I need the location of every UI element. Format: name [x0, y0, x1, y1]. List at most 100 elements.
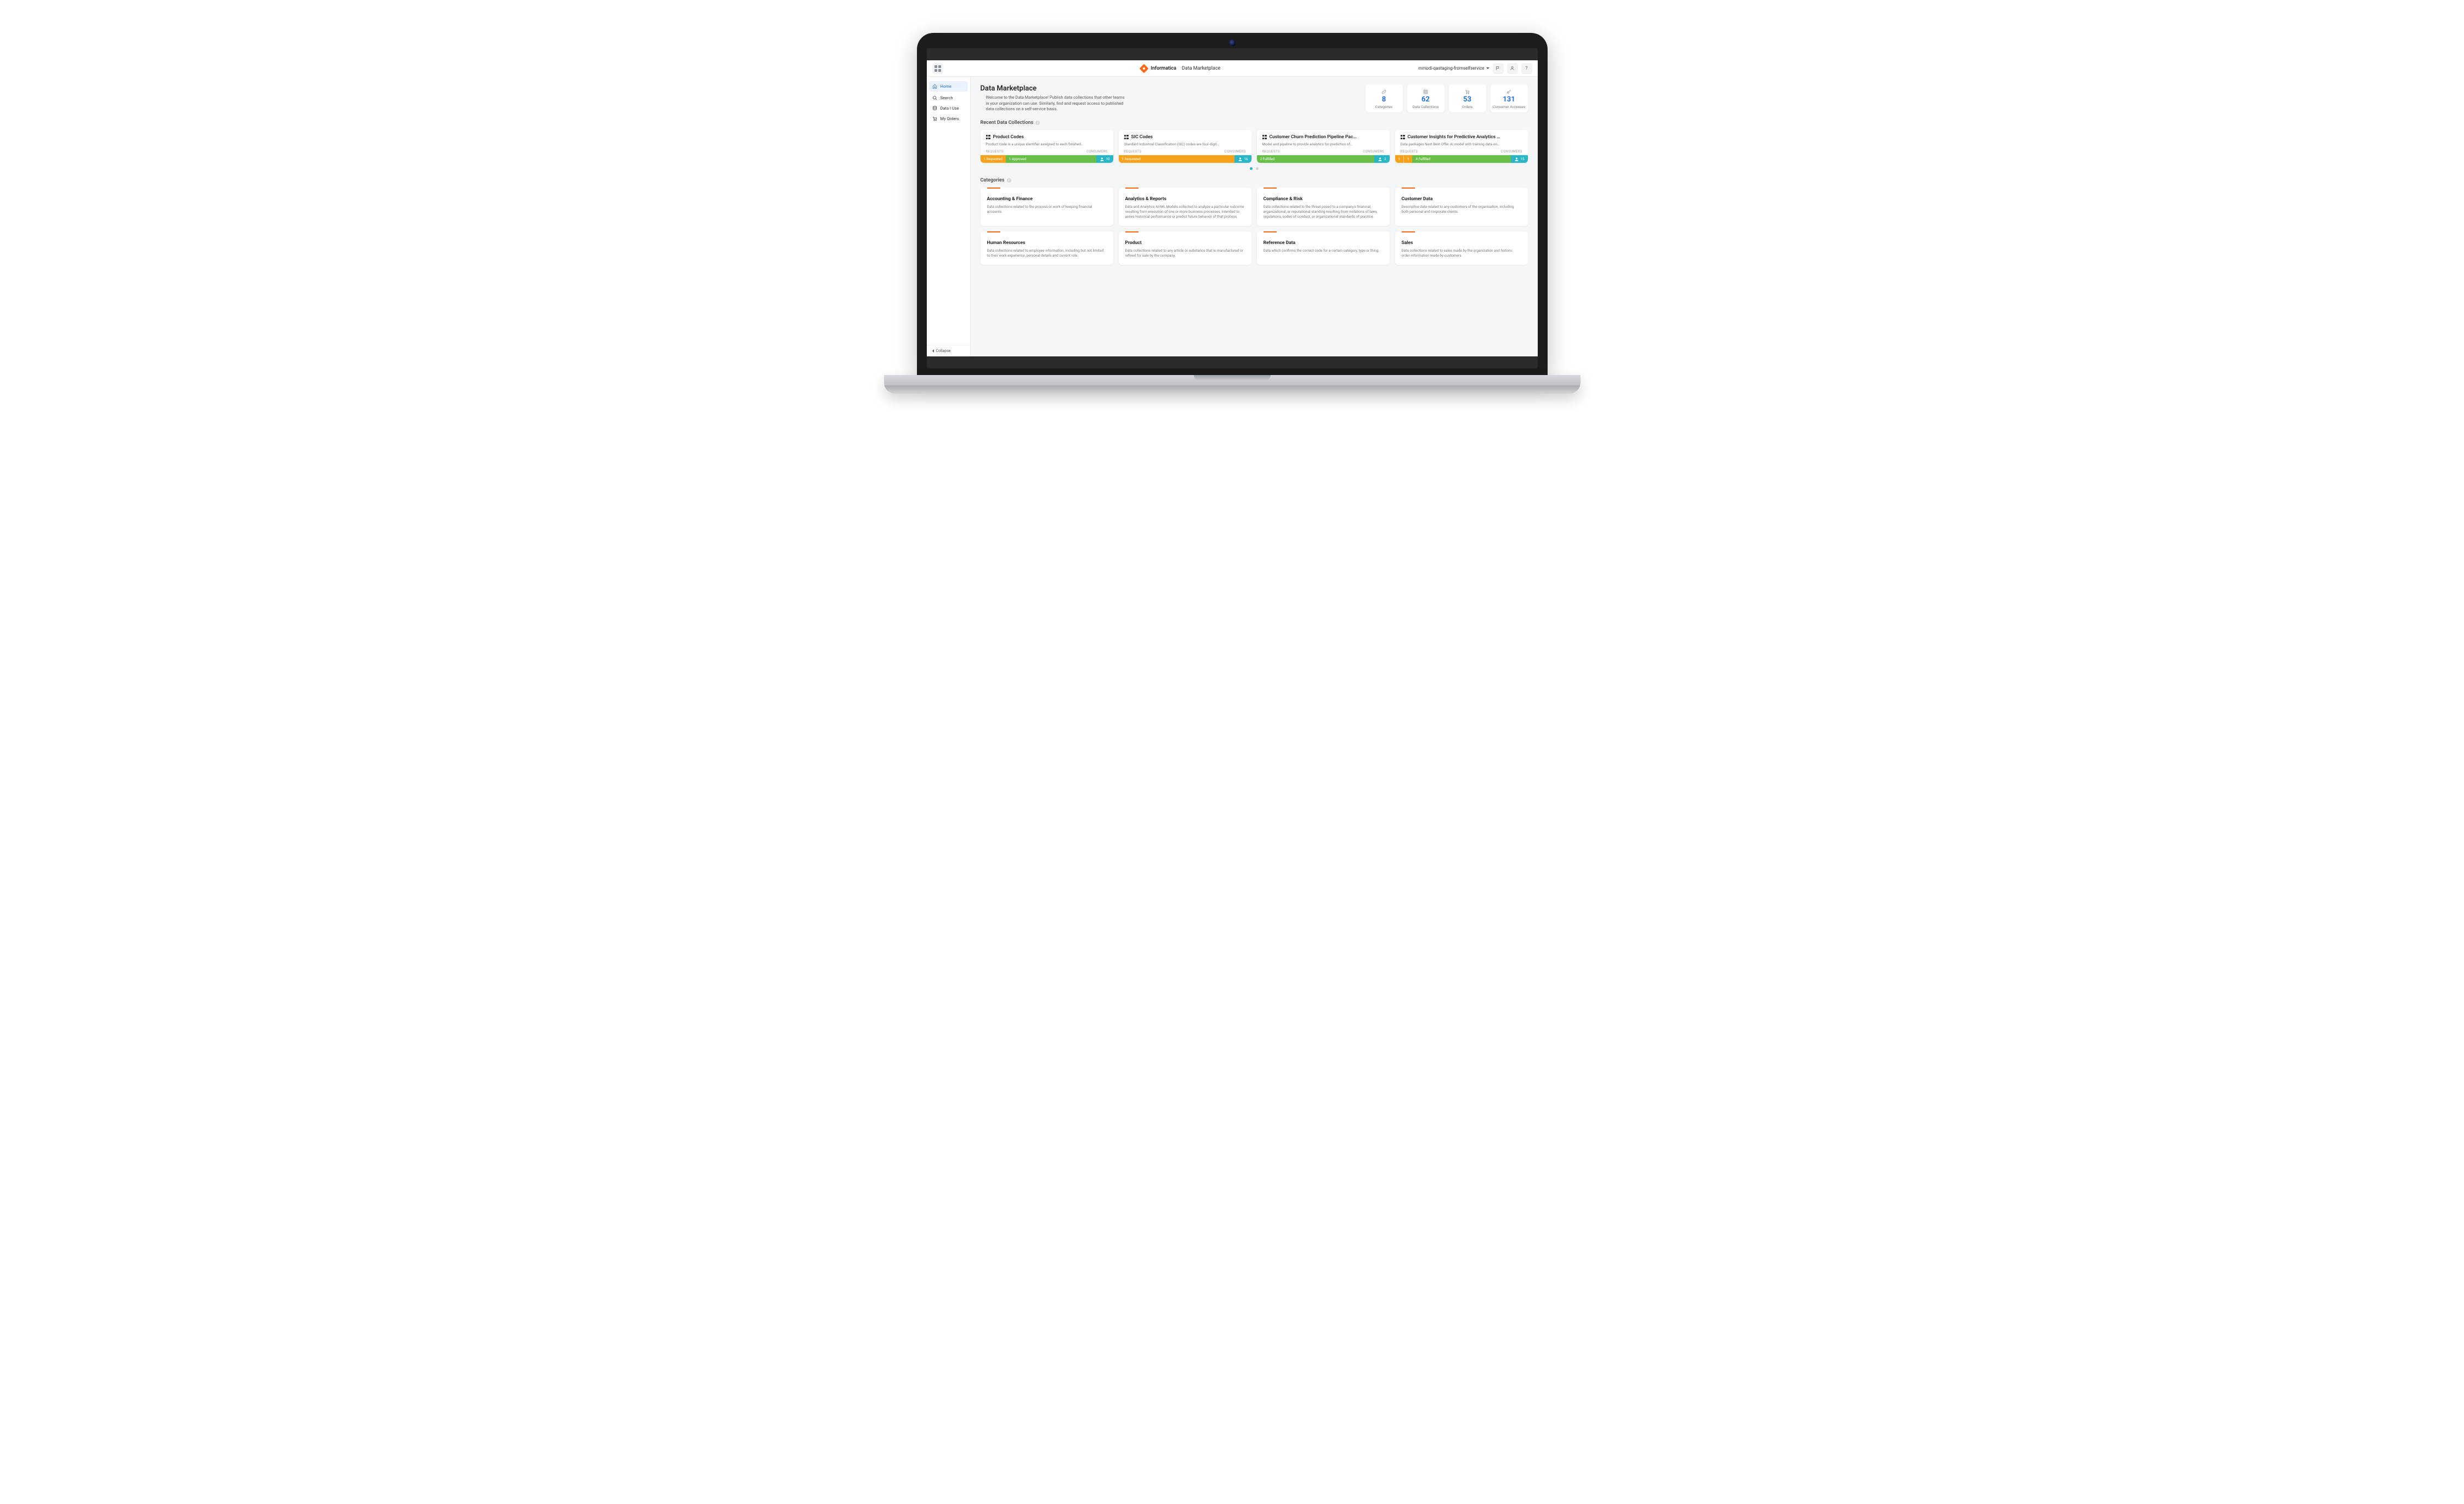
person-icon [1100, 157, 1104, 162]
sidebar: Home Search [927, 77, 971, 356]
database-icon [932, 106, 937, 111]
app-root: Informatica Data Marketplace mmodi-qasta… [927, 60, 1538, 356]
page-intro: Data Marketplace Welcome to the Data Mar… [981, 84, 1355, 112]
category-card[interactable]: Compliance & Risk Data collections relat… [1257, 188, 1390, 226]
category-title: Reference Data [1264, 240, 1383, 246]
status-segment: 1 Requested [1119, 155, 1234, 163]
flag-button[interactable] [1493, 63, 1504, 74]
collection-title: Customer Churn Prediction Pipeline Pac… [1262, 134, 1384, 140]
consumers-badge: 2 [1374, 155, 1389, 163]
category-description: Data collections related to the threat p… [1264, 205, 1383, 219]
data-collection-card[interactable]: SIC Codes Standard Industrial Classifica… [1119, 130, 1251, 163]
flag-icon [1496, 66, 1500, 71]
stat-consumer-accesses[interactable]: 131 Consumer Accesses [1491, 84, 1528, 112]
category-card[interactable]: Accounting & Finance Data collections re… [981, 188, 1113, 226]
page-title: Data Marketplace [981, 84, 1355, 93]
collection-icon [986, 135, 991, 140]
page-description: Welcome to the Data Marketplace! Publish… [986, 95, 1129, 112]
main-content: Data Marketplace Welcome to the Data Mar… [971, 77, 1538, 356]
info-icon[interactable]: i [1007, 178, 1011, 183]
category-title: Human Resources [987, 240, 1107, 246]
collection-description: Product code is a unique identifier assi… [986, 142, 1108, 146]
collection-icon [1262, 135, 1267, 140]
category-title: Customer Data [1402, 196, 1521, 202]
category-title: Analytics & Reports [1125, 196, 1245, 202]
data-collection-cards: Product Codes Product code is a unique i… [981, 130, 1528, 163]
status-segment: 1 [1403, 155, 1412, 163]
collection-description: Model and pipeline to provide analytics … [1262, 142, 1384, 146]
stats-row: 8 Categories 62 Data Collections [1366, 84, 1528, 112]
stat-value: 8 [1368, 95, 1401, 104]
category-description: Data collections related to the process … [987, 205, 1107, 214]
profile-button[interactable] [1507, 63, 1518, 74]
category-card[interactable]: Sales Data collections related to sales … [1395, 231, 1528, 265]
app-switcher-button[interactable] [932, 63, 943, 74]
info-icon[interactable]: i [1035, 121, 1040, 125]
laptop-base [884, 375, 1581, 394]
requests-label: REQUESTS [986, 150, 1004, 154]
user-name: mmodi-qastaging-fromselfservice [1418, 66, 1484, 71]
informatica-logo-icon [1140, 64, 1149, 73]
category-description: Data which confirms the correct code for… [1264, 248, 1383, 253]
grid-icon [1409, 89, 1442, 94]
laptop-camera [1229, 39, 1236, 46]
category-card[interactable]: Analytics & Reports Data and Analytics A… [1119, 188, 1251, 226]
category-title: Product [1125, 240, 1245, 246]
data-collection-card[interactable]: Product Codes Product code is a unique i… [981, 130, 1113, 163]
consumers-label: CONSUMERS [1225, 150, 1245, 154]
stat-label: Orders [1451, 105, 1484, 109]
category-description: Data collections related to employee inf… [987, 248, 1107, 258]
consumers-label: CONSUMERS [1501, 150, 1522, 154]
status-bar: 114 Fulfilled 15 [1395, 155, 1528, 163]
status-bar: 1 Requested 16 [1119, 155, 1251, 163]
person-icon [1510, 66, 1515, 71]
category-card[interactable]: Reference Data Data which confirms the c… [1257, 231, 1390, 265]
sidebar-collapse-button[interactable]: Collapse [927, 345, 970, 356]
sidebar-item-search[interactable]: Search [927, 93, 970, 103]
consumers-badge: 10 [1096, 155, 1113, 163]
window-chrome-bottom [927, 356, 1538, 368]
sidebar-item-label: Home [941, 84, 951, 89]
stat-value: 131 [1493, 95, 1526, 104]
stat-orders[interactable]: 53 Orders [1449, 84, 1486, 112]
pager-dot-1[interactable] [1250, 167, 1253, 170]
stat-value: 53 [1451, 95, 1484, 104]
collection-description: Data packages Next Best Offer AI model w… [1401, 142, 1522, 146]
person-icon [1378, 157, 1383, 162]
stat-categories[interactable]: 8 Categories [1366, 84, 1403, 112]
category-description: Data and Analytics AI/ML Models collecte… [1125, 205, 1245, 219]
section-recent-title: Recent Data Collections i [981, 120, 1528, 126]
sidebar-item-data-i-use[interactable]: Data I Use [927, 103, 970, 113]
category-card[interactable]: Customer Data Descriptive data related t… [1395, 188, 1528, 226]
status-segment: 1 [1395, 155, 1403, 163]
user-menu[interactable]: mmodi-qastaging-fromselfservice [1418, 66, 1489, 71]
help-button[interactable]: ? [1521, 63, 1532, 74]
category-description: Descriptive data related to any customer… [1402, 205, 1521, 214]
sidebar-item-home[interactable]: Home [929, 81, 968, 92]
sidebar-item-my-orders[interactable]: My Orders [927, 113, 970, 124]
carousel-pager [981, 167, 1528, 170]
brand-name: Informatica [1151, 66, 1176, 71]
data-collection-card[interactable]: Customer Churn Prediction Pipeline Pac… … [1257, 130, 1390, 163]
consumers-badge: 15 [1511, 155, 1528, 163]
category-row: Human Resources Data collections related… [981, 231, 1528, 265]
data-collection-card[interactable]: Customer Insights for Predictive Analyti… [1395, 130, 1528, 163]
stat-data-collections[interactable]: 62 Data Collections [1407, 84, 1445, 112]
consumers-badge: 16 [1234, 155, 1251, 163]
link-icon [1368, 89, 1401, 94]
cart-icon [1451, 89, 1484, 94]
category-card[interactable]: Product Data collections related to any … [1119, 231, 1251, 265]
category-card[interactable]: Human Resources Data collections related… [981, 231, 1113, 265]
status-segment: 2 Fulfilled [1257, 155, 1375, 163]
status-segment: 4 Fulfilled [1412, 155, 1510, 163]
status-bar: 2 Fulfilled 2 [1257, 155, 1390, 163]
status-bar: 1 Requested1 Approved 10 [981, 155, 1113, 163]
person-icon [1514, 157, 1519, 162]
window-chrome-top [927, 48, 1538, 60]
stat-label: Consumer Accesses [1493, 105, 1526, 109]
chevron-down-icon [1486, 67, 1489, 69]
collection-title: Customer Insights for Predictive Analyti… [1401, 134, 1522, 140]
status-segment: 1 Approved [1006, 155, 1096, 163]
chevron-left-icon [932, 349, 934, 353]
pager-dot-2[interactable] [1256, 167, 1259, 170]
